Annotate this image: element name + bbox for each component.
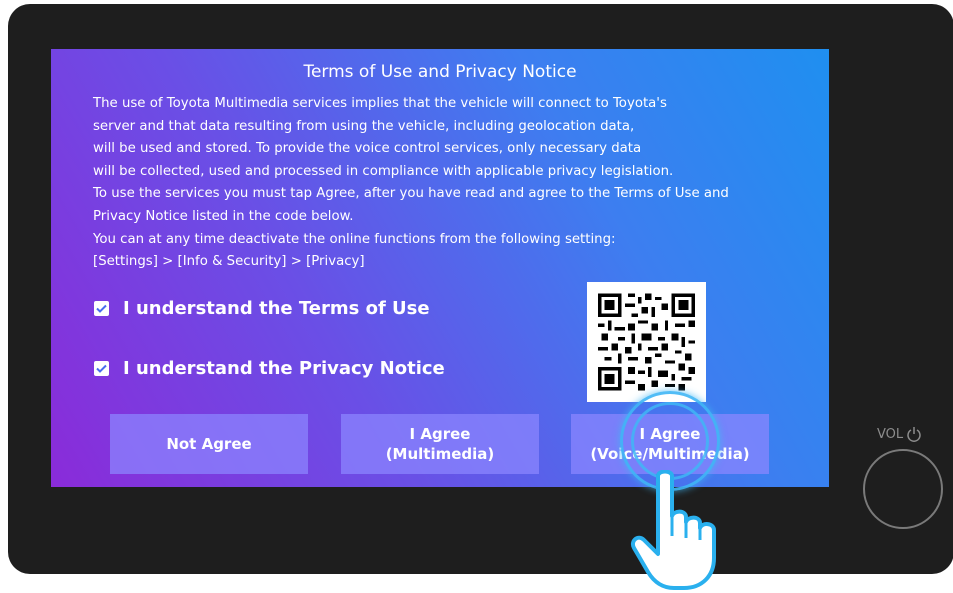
power-icon [907,427,921,442]
checkmark-icon [96,364,107,373]
terms-line: will be used and stored. To provide the … [93,141,642,157]
touchscreen: Terms of Use and Privacy Notice The use … [51,49,829,487]
agree-multimedia-label-line1: I Agree [409,425,471,443]
terms-line: You can at any time deactivate the onlin… [93,231,616,247]
volume-power-label: VOL [877,426,922,442]
terms-of-use-checkbox-row[interactable]: I understand the Terms of Use [94,298,430,319]
privacy-notice-checkbox-row[interactable]: I understand the Privacy Notice [94,358,445,379]
agree-multimedia-button[interactable]: I Agree (Multimedia) [341,414,539,474]
privacy-notice-label: I understand the Privacy Notice [123,358,445,379]
terms-of-use-label: I understand the Terms of Use [123,298,430,319]
pointing-hand-icon [631,470,716,590]
terms-of-use-checkbox[interactable] [94,301,109,316]
settings-path: [Settings] > [Info & Security] > [Privac… [93,254,365,270]
qr-code [587,282,706,402]
terms-body-text: The use of Toyota Multimedia services im… [93,93,793,274]
privacy-notice-checkbox[interactable] [94,361,109,376]
agree-voice-label-line2: (Voice/Multimedia) [590,445,750,463]
agree-voice-multimedia-button[interactable]: I Agree (Voice/Multimedia) [571,414,769,474]
terms-line: server and that data resulting from usin… [93,118,635,134]
not-agree-label: Not Agree [166,435,252,453]
terms-line: The use of Toyota Multimedia services im… [93,96,667,111]
vol-label: VOL [877,426,904,442]
agree-voice-label-line1: I Agree [639,425,701,443]
volume-power-knob[interactable] [863,449,943,529]
qr-code-icon [598,293,695,391]
terms-line: will be collected, used and processed in… [93,163,674,179]
dialog-title: Terms of Use and Privacy Notice [303,62,577,82]
terms-line: To use the services you must tap Agree, … [93,186,729,202]
terms-line: Privacy Notice listed in the code below. [93,208,354,224]
checkmark-icon [96,304,107,313]
agree-multimedia-label-line2: (Multimedia) [385,445,495,463]
not-agree-button[interactable]: Not Agree [110,414,308,474]
